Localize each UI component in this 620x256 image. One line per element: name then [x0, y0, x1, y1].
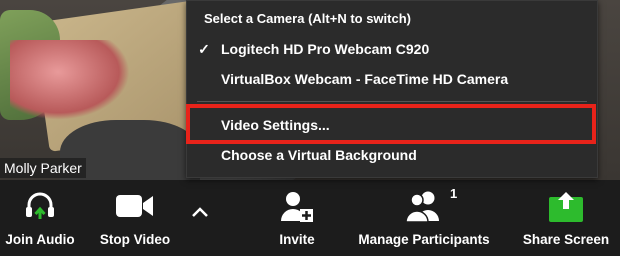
share-screen-icon — [548, 188, 584, 224]
video-background-shape — [10, 40, 130, 120]
menu-divider — [197, 101, 587, 102]
menu-item-video-settings[interactable]: Video Settings... — [187, 111, 597, 139]
participant-count-badge: 1 — [450, 186, 458, 201]
invite-label: Invite — [279, 232, 315, 247]
add-person-icon — [280, 188, 314, 224]
menu-item-virtualbox-webcam[interactable]: VirtualBox Webcam - FaceTime HD Camera — [187, 65, 597, 93]
menu-header: Select a Camera (Alt+N to switch) — [204, 11, 411, 26]
chevron-up-icon — [192, 207, 208, 217]
menu-item-label: Logitech HD Pro Webcam C920 — [221, 41, 430, 57]
menu-item-label: Choose a Virtual Background — [221, 147, 417, 163]
stop-video-label: Stop Video — [99, 232, 171, 247]
participant-name-label: Molly Parker — [0, 158, 86, 178]
menu-item-logitech-webcam[interactable]: ✓ Logitech HD Pro Webcam C920 — [187, 35, 597, 63]
video-camera-icon — [115, 188, 155, 224]
checkmark-icon: ✓ — [198, 40, 210, 57]
join-audio-label: Join Audio — [5, 232, 75, 247]
share-screen-button[interactable]: Share Screen — [514, 180, 618, 256]
manage-participants-button[interactable]: 1 Manage Participants — [346, 180, 502, 256]
invite-button[interactable]: Invite — [262, 180, 332, 256]
video-options-caret-button[interactable] — [188, 202, 212, 222]
menu-item-virtual-background[interactable]: Choose a Virtual Background — [187, 141, 597, 169]
menu-item-label: VirtualBox Webcam - FaceTime HD Camera — [221, 71, 509, 87]
menu-item-label: Video Settings... — [221, 117, 330, 133]
participants-icon: 1 — [404, 186, 457, 224]
join-audio-button[interactable]: Join Audio — [0, 180, 80, 256]
manage-participants-label: Manage Participants — [358, 232, 490, 247]
camera-select-menu: Select a Camera (Alt+N to switch) ✓ Logi… — [186, 0, 598, 178]
stop-video-button[interactable]: Stop Video — [90, 180, 180, 256]
meeting-toolbar: Join Audio Stop Video Invite 1 Manage Pa… — [0, 180, 620, 256]
share-screen-label: Share Screen — [522, 232, 610, 247]
headphones-icon — [23, 188, 57, 224]
